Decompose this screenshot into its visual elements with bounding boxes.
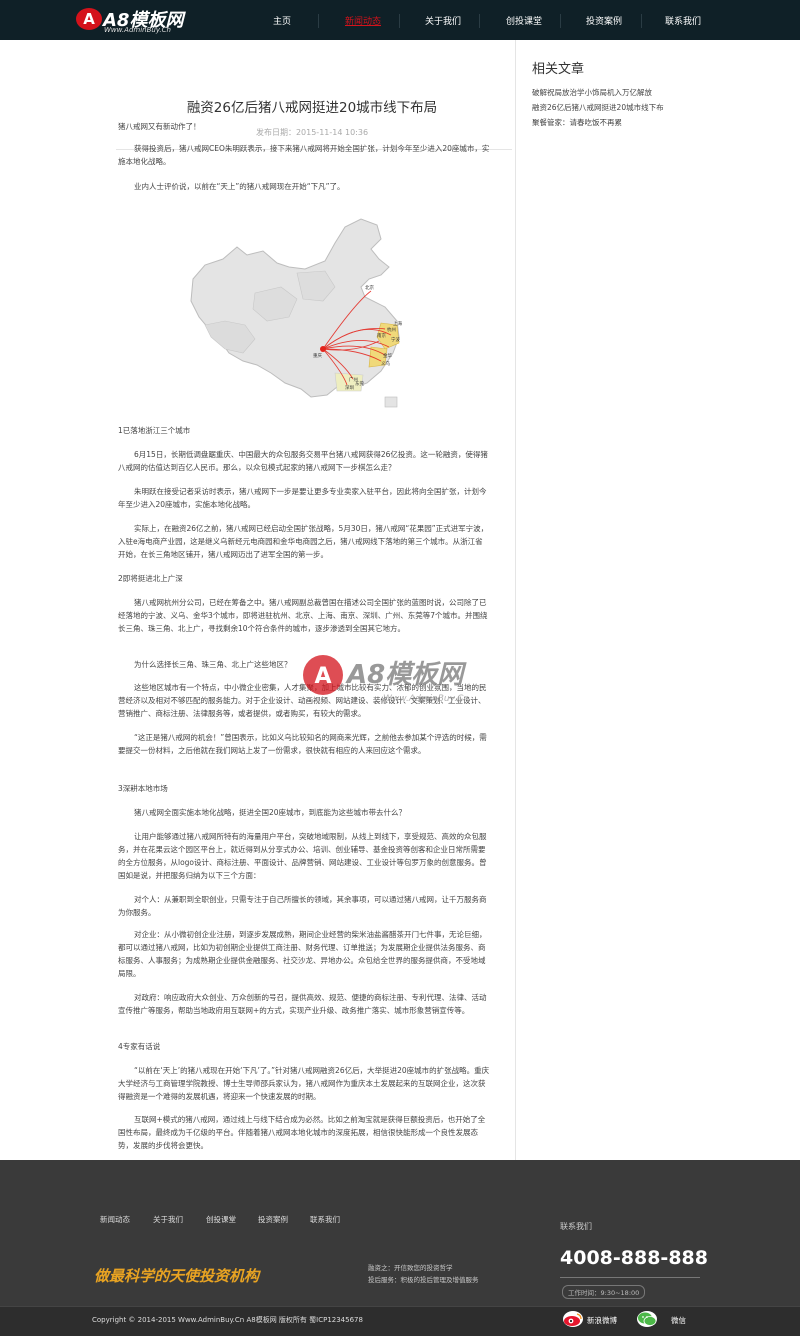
related-articles: 相关文章 破解祝局放治学小饰局机入万亿解放 融资26亿后猪八戒网挺进20城市线下… (532, 58, 732, 130)
contact-label: 联系我们 (560, 1222, 592, 1231)
map-label: 义乌 (381, 360, 390, 367)
paragraph: 实际上，在融资26亿之前，猪八戒网已经启动全国扩张战略，5月30日，猪八戒网“花… (118, 524, 489, 559)
nav-divider (318, 14, 319, 28)
nav-item-contact[interactable]: 联系我们 (643, 0, 723, 40)
nav-item-cases[interactable]: 投资案例 (564, 0, 644, 40)
paragraph: 猪八戒网又有新动作了！ (118, 122, 201, 131)
paragraph: 6月15日，长期低调盘踞重庆、中国最大的众包服务交易平台猪八戒网获得26亿投资。… (118, 450, 488, 472)
related-article-link[interactable]: 聚餐管家：请春吃饭不再累 (532, 115, 732, 130)
nav-item-classroom[interactable]: 创投课堂 (484, 0, 564, 40)
article-column: 融资26亿后猪八戒网挺进20城市线下布局 发布日期：2015-11-14 10:… (108, 40, 516, 1162)
hotline-number: 4008-888-888 (560, 1247, 708, 1269)
watermark-mark-icon: A (314, 664, 331, 689)
logo-url: Www.AdminBuy.Cn (104, 26, 171, 34)
watermark-logo: A A8模板网 Www.AdminBuy.Cn (293, 645, 513, 715)
nav-item-about[interactable]: 关于我们 (403, 0, 483, 40)
site-logo[interactable]: A A8模板网 Www.AdminBuy.Cn (76, 6, 196, 36)
footer-link-classroom[interactable]: 创投课堂 (206, 1214, 236, 1225)
map-label: 深圳 (345, 384, 354, 391)
nav-divider (479, 14, 480, 28)
weibo-icon[interactable] (563, 1311, 583, 1327)
footer-link-about[interactable]: 关于我们 (153, 1214, 183, 1225)
map-label: 南京 (377, 332, 386, 339)
paragraph: 猪八戒网全面实施本地化战略，挺进全国20座城市，到底能为这些城市带去什么？ (134, 808, 407, 817)
section-heading: 4专家有话说 (118, 1042, 161, 1051)
map-label: 北京 (365, 284, 374, 291)
work-hours: 工作时间：9:30~18:00 (562, 1285, 646, 1299)
paragraph: “这正是猪八戒网的机会！”曾国表示，比如义乌比较知名的网商来光辉，之前他去参加某… (118, 733, 487, 755)
top-navbar: A A8模板网 Www.AdminBuy.Cn 主页 新闻动态 关于我们 创投课… (0, 0, 800, 40)
paragraph: “以前在‘天上’的猪八戒现在开始‘下凡’了。”针对猪八戒网融资26亿后，大举挺进… (118, 1066, 490, 1101)
related-article-link[interactable]: 融资26亿后猪八戒网挺进20城市线下布 (532, 100, 732, 115)
section-heading: 2即将挺进北上广深 (118, 574, 183, 583)
nav-divider (399, 14, 400, 28)
footer-link-cases[interactable]: 投资案例 (258, 1214, 288, 1225)
paragraph: 对企业：从小微初创企业注册，到逐步发展成熟，期间企业经营的柴米油盐酱醋茶开门七件… (118, 930, 487, 978)
watermark-url: Www.AdminBuy.Cn (383, 694, 469, 704)
related-article-link[interactable]: 破解祝局放治学小饰局机入万亿解放 (532, 85, 732, 100)
paragraph: 对个人：从兼职到全职创业，只需专注于自己所擅长的领域，其余事项，可以通过猪八戒网… (118, 895, 487, 917)
logo-mark-icon: A (76, 8, 102, 30)
footer-link-contact[interactable]: 联系我们 (310, 1214, 340, 1225)
nav-item-news[interactable]: 新闻动态 (323, 0, 403, 40)
nav-item-home[interactable]: 主页 (242, 0, 322, 40)
footer-slogan: 做最科学的天使投资机构 (94, 1267, 260, 1285)
wechat-link[interactable]: 微信 (671, 1315, 686, 1326)
map-label: 金华 (383, 352, 392, 359)
paragraph: 互联网+模式的猪八戒网，通过线上与线下结合成为必然。比如之前淘宝就是获得巨额投资… (118, 1115, 486, 1150)
nav-divider (560, 14, 561, 28)
paragraph: 猪八戒网杭州分公司，已经在筹备之中。猪八戒网副总裁曾国在描述公司全国扩张的蓝图时… (118, 598, 488, 633)
map-label: 杭州 (387, 326, 396, 333)
footer-info: 融资之：开信致您的投资哲学 (368, 1264, 453, 1272)
paragraph: 业内人士评价说，以前在“天上”的猪八戒网现在开始“下凡”了。 (134, 182, 345, 191)
sidebar-title: 相关文章 (532, 62, 585, 77)
watermark-text: A8模板网 (345, 660, 467, 690)
map-label: 上海 (393, 320, 402, 327)
section-heading: 3深耕本地市场 (118, 784, 168, 793)
paragraph: 朱明跃在接受记者采访时表示，猪八戒网下一步是要让更多专业卖家入驻平台，因此将向全… (118, 487, 487, 509)
nav-divider (641, 14, 642, 28)
article-title: 融资26亿后猪八戒网挺进20城市线下布局 (186, 100, 438, 116)
paragraph: 获得投资后，猪八戒网CEO朱明跃表示，接下来猪八戒网将开始全国扩张，计划今年至少… (118, 144, 490, 166)
map-label: 东莞 (355, 380, 364, 387)
map-label: 重庆 (313, 352, 322, 359)
map-label: 宁波 (391, 336, 400, 343)
paragraph: 对政府：响应政府大众创业、万众创新的号召，提供高效、规范、便捷的商标注册、专利代… (118, 993, 487, 1015)
footer-info: 投后服务：积极的投后管理及增值服务 (368, 1276, 479, 1284)
footer-link-news[interactable]: 新闻动态 (100, 1214, 130, 1225)
china-map-image: 北京 宁波 金华 义乌 杭州 南京 上海 深圳 广州 东莞 重庆 (185, 213, 415, 411)
contact-divider (560, 1277, 700, 1278)
wechat-icon[interactable] (637, 1311, 657, 1327)
copyright: Copyright © 2014-2015 Www.AdminBuy.Cn A8… (92, 1316, 363, 1324)
paragraph: 让用户能够通过猪八戒网所特有的海量用户平台，突破地域限制，从线上到线下，享受规范… (118, 832, 487, 880)
weibo-link[interactable]: 新浪微博 (587, 1315, 617, 1326)
section-heading: 1已落地浙江三个城市 (118, 426, 191, 435)
